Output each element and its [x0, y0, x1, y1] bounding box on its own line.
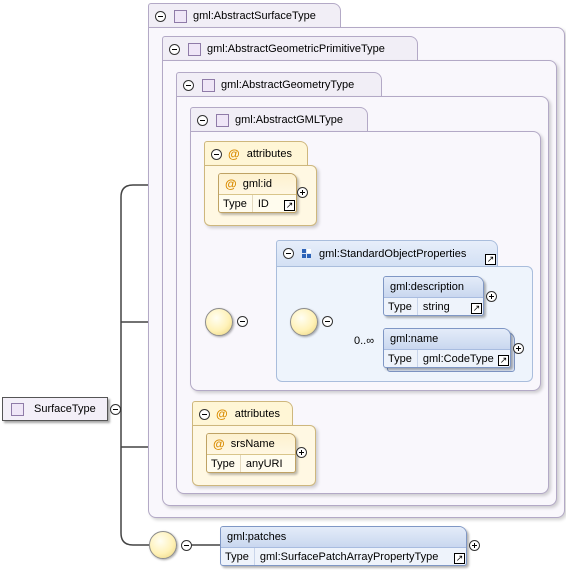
- at-sign-icon: @: [216, 407, 228, 421]
- complex-type-icon: [11, 402, 24, 416]
- element-gml-description[interactable]: gml:description Type string ↗: [383, 276, 484, 316]
- complex-type-icon: [216, 113, 229, 127]
- sequence-compositor-icon[interactable]: [290, 308, 318, 336]
- expand-icon[interactable]: [486, 291, 497, 302]
- collapse-icon[interactable]: [283, 248, 294, 259]
- collapse-icon[interactable]: [322, 316, 333, 327]
- at-sign-icon: @: [213, 437, 225, 451]
- standard-object-properties-tab[interactable]: gml:StandardObjectProperties ↗: [276, 240, 498, 266]
- tab-abstract-geometric-primitive-type[interactable]: gml:AbstractGeometricPrimitiveType: [162, 36, 418, 61]
- root-type-surface-type[interactable]: SurfaceType: [2, 397, 108, 421]
- collapse-icon[interactable]: [237, 316, 248, 327]
- collapse-icon[interactable]: [181, 540, 192, 551]
- at-sign-icon: @: [225, 177, 237, 191]
- collapse-icon[interactable]: [199, 408, 210, 420]
- cardinality-label: 0..∞: [354, 335, 375, 347]
- tab-abstract-geometry-type[interactable]: gml:AbstractGeometryType: [176, 72, 382, 97]
- group-icon: [302, 249, 311, 258]
- collapse-icon[interactable]: [211, 148, 222, 160]
- expand-icon[interactable]: [296, 447, 307, 458]
- attribute-gml-id[interactable]: @ gml:id Type ID ↗: [218, 173, 297, 213]
- external-link-icon[interactable]: ↗: [498, 355, 509, 366]
- collapse-icon[interactable]: [110, 404, 121, 415]
- element-gml-patches[interactable]: gml:patches Type gml:SurfacePatchArrayPr…: [220, 526, 467, 566]
- external-link-icon[interactable]: ↗: [454, 553, 465, 564]
- collapse-icon[interactable]: [169, 43, 180, 55]
- tab-abstract-gml-type[interactable]: gml:AbstractGMLType: [190, 107, 368, 132]
- at-sign-icon: @: [228, 147, 240, 161]
- expand-icon[interactable]: [469, 540, 480, 551]
- sequence-compositor-icon[interactable]: [205, 308, 233, 336]
- complex-type-icon: [174, 9, 187, 23]
- attribute-srs-name[interactable]: @ srsName Type anyURI: [206, 433, 296, 473]
- attributes-group-tab[interactable]: @ attributes: [192, 401, 293, 426]
- external-link-icon[interactable]: ↗: [284, 200, 295, 211]
- collapse-icon[interactable]: [197, 114, 208, 126]
- element-gml-name[interactable]: gml:name Type gml:CodeType ↗: [383, 328, 511, 368]
- sequence-compositor-icon[interactable]: [149, 531, 177, 559]
- complex-type-icon: [202, 78, 215, 92]
- complex-type-icon: [188, 42, 201, 56]
- external-link-icon[interactable]: ↗: [471, 303, 482, 314]
- attributes-group-tab[interactable]: @ attributes: [204, 141, 308, 166]
- tab-abstract-surface-type[interactable]: gml:AbstractSurfaceType: [148, 3, 341, 28]
- expand-icon[interactable]: [297, 187, 308, 198]
- expand-icon[interactable]: [513, 343, 524, 354]
- collapse-icon[interactable]: [183, 79, 194, 91]
- collapse-icon[interactable]: [155, 10, 166, 22]
- external-link-icon[interactable]: ↗: [485, 254, 496, 265]
